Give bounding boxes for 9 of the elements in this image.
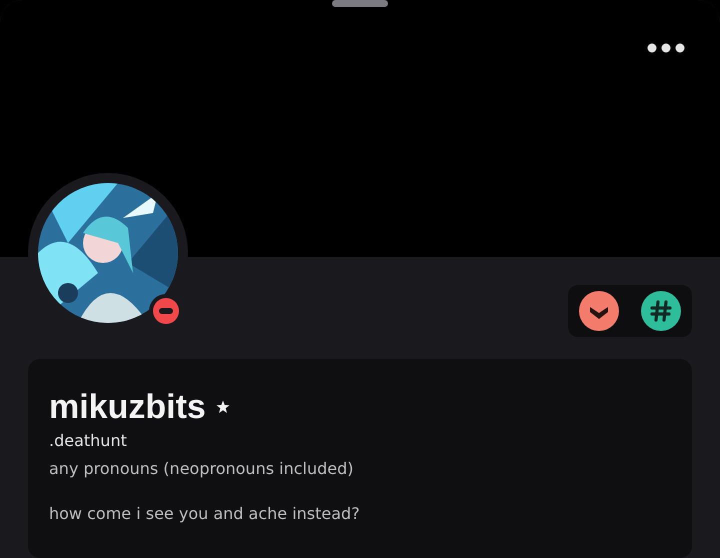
- display-name: mikuzbits: [49, 387, 206, 428]
- hashtag-badge-icon[interactable]: [641, 291, 681, 331]
- bio-text: how come i see you and ache instead?: [49, 504, 361, 523]
- pronouns: any pronouns (neopronouns included): [49, 459, 354, 478]
- more-icon[interactable]: [647, 43, 685, 53]
- username: .deathunt: [49, 431, 128, 450]
- star-icon: [216, 400, 230, 414]
- chevron-badge-icon[interactable]: [579, 291, 619, 331]
- drag-handle[interactable]: [332, 0, 388, 7]
